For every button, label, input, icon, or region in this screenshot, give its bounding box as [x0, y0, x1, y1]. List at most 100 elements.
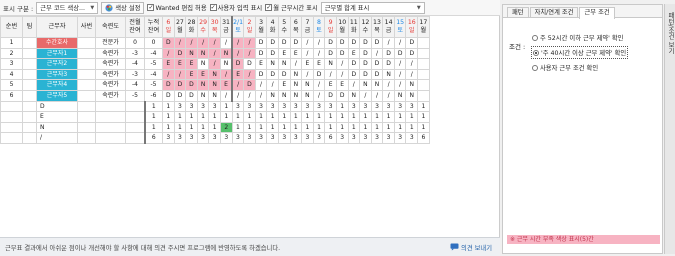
- shift-cell[interactable]: D: [266, 37, 279, 49]
- shift-cell[interactable]: D: [162, 89, 175, 102]
- feedback-button[interactable]: 의견 보내기: [450, 243, 492, 252]
- shift-cell[interactable]: D: [382, 58, 395, 70]
- shift-cell[interactable]: /: [301, 37, 314, 49]
- shift-cell[interactable]: D: [382, 47, 395, 60]
- shift-cell[interactable]: N: [301, 79, 314, 91]
- shift-cell[interactable]: D: [243, 79, 256, 91]
- shift-cell[interactable]: D: [324, 89, 337, 102]
- shift-cell[interactable]: D: [185, 79, 198, 91]
- shift-cell[interactable]: /: [382, 37, 395, 49]
- shift-cell[interactable]: [417, 47, 430, 60]
- shift-cell[interactable]: /: [405, 68, 419, 81]
- shift-cell[interactable]: /: [243, 89, 256, 102]
- shift-cell[interactable]: E: [231, 68, 245, 81]
- shift-cell[interactable]: D: [312, 68, 326, 81]
- shift-cell[interactable]: /: [370, 89, 384, 102]
- shift-cell[interactable]: E: [347, 47, 361, 60]
- shift-cell[interactable]: D: [393, 47, 407, 60]
- shift-cell[interactable]: N: [219, 58, 233, 70]
- shift-cell[interactable]: N: [185, 47, 198, 60]
- option-user-conditions[interactable]: 사용자 근무 조건 확인: [531, 62, 628, 73]
- shift-cell[interactable]: /: [231, 37, 245, 49]
- shift-cell[interactable]: D: [289, 37, 303, 49]
- shift-cell[interactable]: D: [266, 47, 279, 60]
- shift-cell[interactable]: N: [324, 58, 337, 70]
- shift-cell[interactable]: D: [347, 37, 361, 49]
- shift-cell[interactable]: E: [335, 79, 349, 91]
- shift-cell[interactable]: D: [324, 37, 337, 49]
- shift-cell[interactable]: D: [173, 79, 187, 91]
- shift-cell[interactable]: /: [208, 58, 221, 70]
- shift-cell[interactable]: /: [162, 47, 175, 60]
- shift-cell[interactable]: /: [254, 79, 268, 91]
- shift-cell[interactable]: /: [219, 68, 233, 81]
- shift-cell[interactable]: N: [219, 47, 233, 60]
- shift-cell[interactable]: N: [289, 89, 303, 102]
- shift-cell[interactable]: N: [370, 79, 384, 91]
- shift-cell[interactable]: /: [173, 68, 187, 81]
- shift-cell[interactable]: [417, 79, 430, 91]
- shift-cell[interactable]: /: [382, 79, 395, 91]
- shift-cell[interactable]: D: [277, 37, 291, 49]
- shift-cell[interactable]: /: [359, 89, 372, 102]
- shift-cell[interactable]: [417, 68, 430, 81]
- shift-cell[interactable]: E: [173, 58, 187, 70]
- shift-cell[interactable]: D: [266, 68, 279, 81]
- shift-cell[interactable]: D: [347, 58, 361, 70]
- shift-cell[interactable]: /: [243, 47, 256, 60]
- display-type-combo[interactable]: 근무 코드 색상... ▼: [36, 1, 99, 14]
- shift-cell[interactable]: /: [405, 58, 419, 70]
- shift-cell[interactable]: [417, 37, 430, 49]
- shift-cell[interactable]: N: [208, 79, 221, 91]
- shift-cell[interactable]: E: [254, 58, 268, 70]
- shift-cell[interactable]: /: [196, 37, 210, 49]
- shift-cell[interactable]: /: [243, 37, 256, 49]
- shift-cell[interactable]: /: [231, 47, 245, 60]
- shift-cell[interactable]: D: [347, 68, 361, 81]
- shift-cell[interactable]: D: [370, 37, 384, 49]
- shift-cell[interactable]: E: [162, 58, 175, 70]
- shift-cell[interactable]: N: [196, 79, 210, 91]
- wanted-edit-checkbox[interactable]: ✓ Wanted 편집 허용: [147, 3, 207, 12]
- shift-cell[interactable]: N: [405, 79, 419, 91]
- shift-cell[interactable]: E: [196, 68, 210, 81]
- shift-cell[interactable]: D: [254, 47, 268, 60]
- shift-cell[interactable]: D: [359, 58, 372, 70]
- shift-cell[interactable]: /: [185, 37, 198, 49]
- shift-cell[interactable]: /: [312, 89, 326, 102]
- shift-cell[interactable]: /: [208, 47, 221, 60]
- shift-cell[interactable]: [417, 58, 430, 70]
- shift-cell[interactable]: D: [359, 47, 372, 60]
- monthly-hours-checkbox[interactable]: ✓ 월 근무시간 표시: [265, 3, 318, 12]
- shift-cell[interactable]: E: [289, 47, 303, 60]
- option-40-hours[interactable]: '주 40시간 이상 근무 제약' 확인: [531, 46, 629, 59]
- shift-cell[interactable]: /: [301, 68, 314, 81]
- shift-cell[interactable]: /: [324, 68, 337, 81]
- shift-cell[interactable]: N: [196, 89, 210, 102]
- shift-cell[interactable]: /: [335, 68, 349, 81]
- shift-cell[interactable]: D: [405, 47, 419, 60]
- shift-cell[interactable]: /: [219, 37, 233, 49]
- shift-cell[interactable]: N: [382, 68, 395, 81]
- shift-cell[interactable]: D: [173, 89, 187, 102]
- shift-cell[interactable]: /: [266, 79, 279, 91]
- shift-cell[interactable]: D: [370, 58, 384, 70]
- shift-cell[interactable]: N: [393, 89, 407, 102]
- summary-mode-combo[interactable]: 근무별 합계 표시 ▼: [320, 1, 425, 14]
- shift-cell[interactable]: D: [162, 37, 175, 49]
- user-input-checkbox[interactable]: ✓ 사용자 입력 표시: [209, 3, 262, 12]
- shift-cell[interactable]: D: [335, 37, 349, 49]
- shift-cell[interactable]: D: [231, 58, 245, 70]
- shift-cell[interactable]: N: [359, 79, 372, 91]
- option-52-hours[interactable]: 주 52시간 이하 근무 제약' 확인: [531, 32, 628, 43]
- shift-cell[interactable]: D: [277, 68, 291, 81]
- shift-cell[interactable]: /: [393, 79, 407, 91]
- shift-cell[interactable]: N: [277, 89, 291, 102]
- shift-cell[interactable]: D: [185, 89, 198, 102]
- shift-cell[interactable]: /: [301, 47, 314, 60]
- shift-cell[interactable]: D: [254, 37, 268, 49]
- shift-cell[interactable]: N: [208, 89, 221, 102]
- shift-cell[interactable]: D: [173, 47, 187, 60]
- shift-cell[interactable]: /: [219, 89, 233, 102]
- shift-cell[interactable]: /: [208, 37, 221, 49]
